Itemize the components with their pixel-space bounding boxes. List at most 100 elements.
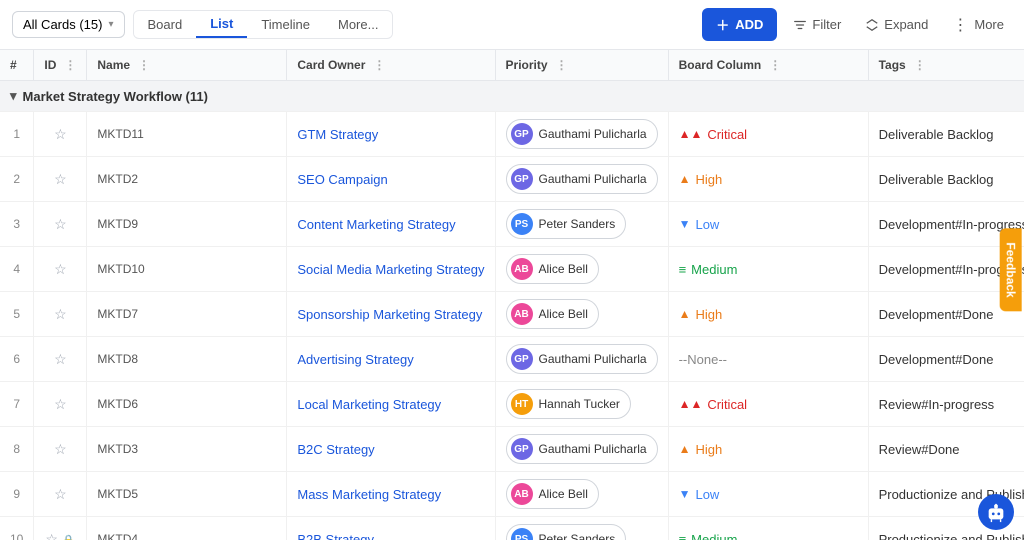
col-handle-owner[interactable]: ⋮ (373, 58, 385, 72)
row-icons: ☆ (34, 427, 87, 472)
table-row: 5 ☆ MKTD7 Sponsorship Marketing Strategy… (0, 292, 1024, 337)
star-icon[interactable]: ☆ (54, 261, 67, 277)
row-icons: ☆ 🔒 (34, 517, 87, 540)
star-icon[interactable]: ☆ (54, 171, 67, 187)
add-button[interactable]: ＋ ADD (702, 8, 777, 41)
col-owner: Card Owner ⋮ (287, 50, 495, 81)
col-tags: Tags ⋮ (868, 50, 1024, 81)
feedback-tab[interactable]: Feedback (999, 228, 1021, 311)
more-action[interactable]: ⋮ More (944, 10, 1012, 40)
filter-action[interactable]: Filter (785, 12, 849, 37)
row-id: MKTD4 (87, 517, 287, 540)
row-name[interactable]: Advertising Strategy (287, 337, 495, 382)
table-row: 10 ☆ 🔒 MKTD4 B2B Strategy PS Peter Sande… (0, 517, 1024, 540)
priority-cell: ▲ High (679, 307, 858, 322)
owner-chip: AB Alice Bell (506, 299, 599, 329)
priority-cell: ▲▲ Critical (679, 397, 858, 412)
filter-label: Filter (812, 17, 841, 32)
row-name[interactable]: Sponsorship Marketing Strategy (287, 292, 495, 337)
group-chevron-icon[interactable]: ▾ (10, 88, 17, 104)
main-table: # ID ⋮ Name ⋮ Card Owner ⋮ Priority ⋮ Bo… (0, 50, 1024, 540)
row-owner: GP Gauthami Pulicharla (495, 337, 668, 382)
col-handle-priority[interactable]: ⋮ (556, 58, 568, 72)
col-handle-name[interactable]: ⋮ (138, 58, 150, 72)
owner-chip: AB Alice Bell (506, 479, 599, 509)
tab-board[interactable]: Board (134, 12, 197, 37)
row-priority: ▲ High (668, 427, 868, 472)
row-name[interactable]: B2B Strategy (287, 517, 495, 540)
row-number: 6 (0, 337, 34, 382)
star-icon[interactable]: ☆ (54, 486, 67, 502)
owner-name: Gauthami Pulicharla (539, 172, 647, 186)
priority-cell: ▲ High (679, 172, 858, 187)
filter-icon (793, 18, 807, 32)
star-icon[interactable]: ☆ (54, 441, 67, 457)
table-row: 9 ☆ MKTD5 Mass Marketing Strategy AB Ali… (0, 472, 1024, 517)
row-priority: ≡ Medium (668, 517, 868, 540)
priority-cell: ▲ High (679, 442, 858, 457)
owner-name: Alice Bell (539, 307, 588, 321)
star-icon[interactable]: ☆ (45, 531, 58, 540)
row-owner: GP Gauthami Pulicharla (495, 427, 668, 472)
row-number: 7 (0, 382, 34, 427)
avatar: AB (511, 303, 533, 325)
star-icon[interactable]: ☆ (54, 126, 67, 142)
ellipsis-icon: ⋮ (952, 15, 969, 35)
bot-icon[interactable] (978, 494, 1014, 530)
row-icons: ☆ (34, 157, 87, 202)
col-handle-tags[interactable]: ⋮ (914, 58, 926, 72)
row-number: 10 (0, 517, 34, 540)
tab-list[interactable]: List (196, 11, 247, 38)
row-priority: ▲ High (668, 157, 868, 202)
avatar: AB (511, 258, 533, 280)
priority-cell: ▼ Low (679, 487, 858, 502)
row-number: 3 (0, 202, 34, 247)
row-name[interactable]: Content Marketing Strategy (287, 202, 495, 247)
more-label: More (974, 17, 1004, 32)
star-icon[interactable]: ☆ (54, 216, 67, 232)
all-cards-label: All Cards (15) (23, 17, 102, 32)
row-icons: ☆ (34, 337, 87, 382)
owner-chip: PS Peter Sanders (506, 209, 627, 239)
row-name[interactable]: SEO Campaign (287, 157, 495, 202)
lock-icon: 🔒 (62, 535, 76, 540)
row-name[interactable]: B2C Strategy (287, 427, 495, 472)
col-handle-id[interactable]: ⋮ (64, 58, 76, 72)
row-id: MKTD5 (87, 472, 287, 517)
row-number: 8 (0, 427, 34, 472)
row-owner: GP Gauthami Pulicharla (495, 157, 668, 202)
table-row: 1 ☆ MKTD11 GTM Strategy GP Gauthami Puli… (0, 112, 1024, 157)
priority-cell: ▲▲ Critical (679, 127, 858, 142)
owner-chip: HT Hannah Tucker (506, 389, 631, 419)
star-icon[interactable]: ☆ (54, 306, 67, 322)
owner-name: Gauthami Pulicharla (539, 442, 647, 456)
row-number: 1 (0, 112, 34, 157)
row-board-column: Review#Done (868, 427, 1024, 472)
table-header-row: # ID ⋮ Name ⋮ Card Owner ⋮ Priority ⋮ Bo… (0, 50, 1024, 81)
add-label: ADD (735, 17, 763, 32)
avatar: GP (511, 348, 533, 370)
owner-name: Gauthami Pulicharla (539, 127, 647, 141)
row-name[interactable]: GTM Strategy (287, 112, 495, 157)
tab-more[interactable]: More... (324, 12, 392, 37)
col-handle-board-column[interactable]: ⋮ (769, 58, 781, 72)
all-cards-button[interactable]: All Cards (15) ▾ (12, 11, 125, 38)
row-icons: ☆ (34, 382, 87, 427)
owner-name: Alice Bell (539, 487, 588, 501)
row-id: MKTD3 (87, 427, 287, 472)
row-priority: --None-- (668, 337, 868, 382)
row-name[interactable]: Mass Marketing Strategy (287, 472, 495, 517)
row-name[interactable]: Local Marketing Strategy (287, 382, 495, 427)
star-icon[interactable]: ☆ (54, 396, 67, 412)
toolbar: All Cards (15) ▾ Board List Timeline Mor… (0, 0, 1024, 50)
row-icons: ☆ (34, 247, 87, 292)
row-name[interactable]: Social Media Marketing Strategy (287, 247, 495, 292)
star-icon[interactable]: ☆ (54, 351, 67, 367)
tab-timeline[interactable]: Timeline (247, 12, 324, 37)
plus-icon: ＋ (716, 15, 729, 34)
expand-action[interactable]: Expand (857, 12, 936, 37)
row-owner: HT Hannah Tucker (495, 382, 668, 427)
row-owner: AB Alice Bell (495, 292, 668, 337)
row-icons: ☆ (34, 202, 87, 247)
owner-name: Alice Bell (539, 262, 588, 276)
